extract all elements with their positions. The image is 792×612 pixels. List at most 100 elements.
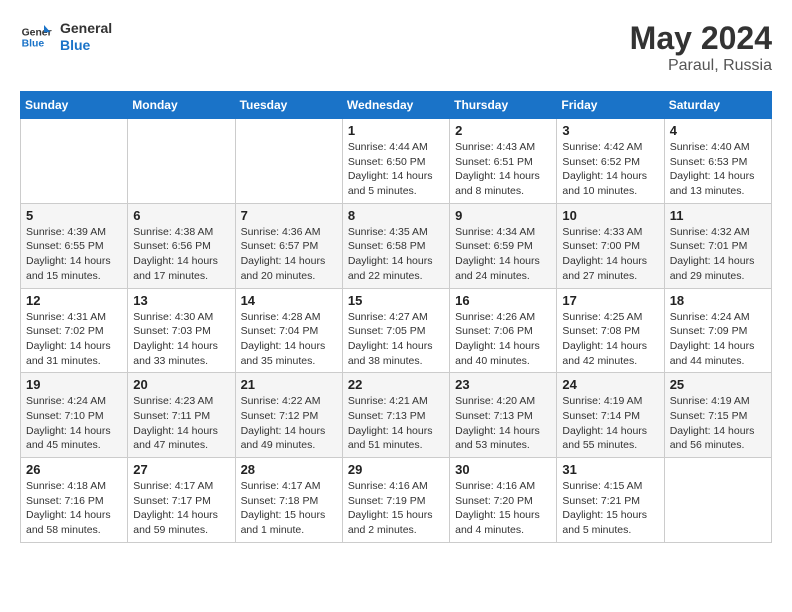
weekday-wednesday: Wednesday bbox=[342, 92, 449, 119]
weekday-sunday: Sunday bbox=[21, 92, 128, 119]
day-info: Sunrise: 4:27 AM Sunset: 7:05 PM Dayligh… bbox=[348, 310, 444, 369]
calendar-cell: 9 Sunrise: 4:34 AM Sunset: 6:59 PM Daylig… bbox=[450, 203, 557, 288]
day-number: 22 bbox=[348, 377, 444, 392]
day-info: Sunrise: 4:28 AM Sunset: 7:04 PM Dayligh… bbox=[241, 310, 337, 369]
day-number: 13 bbox=[133, 293, 229, 308]
day-info: Sunrise: 4:25 AM Sunset: 7:08 PM Dayligh… bbox=[562, 310, 658, 369]
calendar-cell bbox=[128, 119, 235, 204]
day-info: Sunrise: 4:17 AM Sunset: 7:17 PM Dayligh… bbox=[133, 479, 229, 538]
calendar-header: SundayMondayTuesdayWednesdayThursdayFrid… bbox=[21, 92, 772, 119]
logo-general: General bbox=[60, 20, 112, 37]
day-info: Sunrise: 4:34 AM Sunset: 6:59 PM Dayligh… bbox=[455, 225, 551, 284]
day-number: 10 bbox=[562, 208, 658, 223]
calendar-cell: 21Sunrise: 4:22 AM Sunset: 7:12 PM Dayli… bbox=[235, 373, 342, 458]
location-subtitle: Paraul, Russia bbox=[630, 57, 772, 75]
day-info: Sunrise: 4:19 AM Sunset: 7:15 PM Dayligh… bbox=[670, 394, 766, 453]
day-number: 1 bbox=[348, 123, 444, 138]
day-info: Sunrise: 4:38 AM Sunset: 6:56 PM Dayligh… bbox=[133, 225, 229, 284]
calendar-cell: 17 Sunrise: 4:25 AM Sunset: 7:08 PM Dayli… bbox=[557, 288, 664, 373]
calendar-cell: 15 Sunrise: 4:27 AM Sunset: 7:05 PM Dayli… bbox=[342, 288, 449, 373]
calendar-cell: 23 Sunrise: 4:20 AM Sunset: 7:13 PM Dayli… bbox=[450, 373, 557, 458]
day-info: Sunrise: 4:24 AM Sunset: 7:10 PM Dayligh… bbox=[26, 394, 122, 453]
calendar-week-4: 19 Sunrise: 4:24 AM Sunset: 7:10 PM Dayli… bbox=[21, 373, 772, 458]
day-number: 23 bbox=[455, 377, 551, 392]
weekday-thursday: Thursday bbox=[450, 92, 557, 119]
day-number: 26 bbox=[26, 462, 122, 477]
day-info: Sunrise: 4:24 AM Sunset: 7:09 PM Dayligh… bbox=[670, 310, 766, 369]
day-info: Sunrise: 4:26 AM Sunset: 7:06 PM Dayligh… bbox=[455, 310, 551, 369]
day-info: Sunrise: 4:23 AM Sunset: 7:11 PM Dayligh… bbox=[133, 394, 229, 453]
calendar-cell: 13Sunrise: 4:30 AM Sunset: 7:03 PM Dayli… bbox=[128, 288, 235, 373]
day-info: Sunrise: 4:17 AM Sunset: 7:18 PM Dayligh… bbox=[241, 479, 337, 538]
calendar-cell: 12 Sunrise: 4:31 AM Sunset: 7:02 PM Dayli… bbox=[21, 288, 128, 373]
day-number: 9 bbox=[455, 208, 551, 223]
day-info: Sunrise: 4:32 AM Sunset: 7:01 PM Dayligh… bbox=[670, 225, 766, 284]
day-number: 18 bbox=[670, 293, 766, 308]
day-number: 28 bbox=[241, 462, 337, 477]
day-number: 12 bbox=[26, 293, 122, 308]
calendar-week-3: 12 Sunrise: 4:31 AM Sunset: 7:02 PM Dayli… bbox=[21, 288, 772, 373]
day-number: 25 bbox=[670, 377, 766, 392]
calendar-cell: 22 Sunrise: 4:21 AM Sunset: 7:13 PM Dayli… bbox=[342, 373, 449, 458]
calendar-cell: 20Sunrise: 4:23 AM Sunset: 7:11 PM Dayli… bbox=[128, 373, 235, 458]
weekday-tuesday: Tuesday bbox=[235, 92, 342, 119]
logo: General Blue General Blue bbox=[20, 20, 112, 54]
calendar-cell: 28 Sunrise: 4:17 AM Sunset: 7:18 PM Dayli… bbox=[235, 458, 342, 543]
svg-text:Blue: Blue bbox=[22, 38, 45, 49]
calendar-cell: 25 Sunrise: 4:19 AM Sunset: 7:15 PM Dayli… bbox=[664, 373, 771, 458]
calendar-cell: 18 Sunrise: 4:24 AM Sunset: 7:09 PM Dayli… bbox=[664, 288, 771, 373]
day-number: 3 bbox=[562, 123, 658, 138]
calendar-body: 1 Sunrise: 4:44 AM Sunset: 6:50 PM Daylig… bbox=[21, 119, 772, 543]
calendar-cell: 31Sunrise: 4:15 AM Sunset: 7:21 PM Dayli… bbox=[557, 458, 664, 543]
calendar-cell: 11 Sunrise: 4:32 AM Sunset: 7:01 PM Dayli… bbox=[664, 203, 771, 288]
title-block: May 2024 Paraul, Russia bbox=[630, 20, 772, 75]
weekday-friday: Friday bbox=[557, 92, 664, 119]
month-year-title: May 2024 bbox=[630, 20, 772, 57]
day-number: 14 bbox=[241, 293, 337, 308]
day-info: Sunrise: 4:16 AM Sunset: 7:20 PM Dayligh… bbox=[455, 479, 551, 538]
day-number: 19 bbox=[26, 377, 122, 392]
day-number: 11 bbox=[670, 208, 766, 223]
day-info: Sunrise: 4:43 AM Sunset: 6:51 PM Dayligh… bbox=[455, 140, 551, 199]
calendar-cell: 8Sunrise: 4:35 AM Sunset: 6:58 PM Daylig… bbox=[342, 203, 449, 288]
day-number: 8 bbox=[348, 208, 444, 223]
day-info: Sunrise: 4:40 AM Sunset: 6:53 PM Dayligh… bbox=[670, 140, 766, 199]
calendar-cell: 3Sunrise: 4:42 AM Sunset: 6:52 PM Daylig… bbox=[557, 119, 664, 204]
day-number: 17 bbox=[562, 293, 658, 308]
calendar-cell: 2Sunrise: 4:43 AM Sunset: 6:51 PM Daylig… bbox=[450, 119, 557, 204]
calendar-week-2: 5Sunrise: 4:39 AM Sunset: 6:55 PM Daylig… bbox=[21, 203, 772, 288]
calendar-cell: 5Sunrise: 4:39 AM Sunset: 6:55 PM Daylig… bbox=[21, 203, 128, 288]
day-info: Sunrise: 4:36 AM Sunset: 6:57 PM Dayligh… bbox=[241, 225, 337, 284]
day-number: 16 bbox=[455, 293, 551, 308]
page-header: General Blue General Blue May 2024 Parau… bbox=[20, 20, 772, 75]
calendar-cell: 29 Sunrise: 4:16 AM Sunset: 7:19 PM Dayli… bbox=[342, 458, 449, 543]
calendar-week-5: 26 Sunrise: 4:18 AM Sunset: 7:16 PM Dayli… bbox=[21, 458, 772, 543]
day-info: Sunrise: 4:21 AM Sunset: 7:13 PM Dayligh… bbox=[348, 394, 444, 453]
calendar-cell: 7 Sunrise: 4:36 AM Sunset: 6:57 PM Daylig… bbox=[235, 203, 342, 288]
calendar-cell: 24 Sunrise: 4:19 AM Sunset: 7:14 PM Dayli… bbox=[557, 373, 664, 458]
weekday-saturday: Saturday bbox=[664, 92, 771, 119]
day-number: 27 bbox=[133, 462, 229, 477]
calendar-cell: 1 Sunrise: 4:44 AM Sunset: 6:50 PM Daylig… bbox=[342, 119, 449, 204]
calendar-cell bbox=[664, 458, 771, 543]
day-info: Sunrise: 4:16 AM Sunset: 7:19 PM Dayligh… bbox=[348, 479, 444, 538]
calendar-cell: 30 Sunrise: 4:16 AM Sunset: 7:20 PM Dayli… bbox=[450, 458, 557, 543]
day-number: 30 bbox=[455, 462, 551, 477]
calendar-cell: 27 Sunrise: 4:17 AM Sunset: 7:17 PM Dayli… bbox=[128, 458, 235, 543]
calendar-cell: 16 Sunrise: 4:26 AM Sunset: 7:06 PM Dayli… bbox=[450, 288, 557, 373]
day-info: Sunrise: 4:20 AM Sunset: 7:13 PM Dayligh… bbox=[455, 394, 551, 453]
day-info: Sunrise: 4:44 AM Sunset: 6:50 PM Dayligh… bbox=[348, 140, 444, 199]
day-number: 29 bbox=[348, 462, 444, 477]
day-info: Sunrise: 4:15 AM Sunset: 7:21 PM Dayligh… bbox=[562, 479, 658, 538]
day-number: 15 bbox=[348, 293, 444, 308]
day-info: Sunrise: 4:31 AM Sunset: 7:02 PM Dayligh… bbox=[26, 310, 122, 369]
calendar-cell: 26 Sunrise: 4:18 AM Sunset: 7:16 PM Dayli… bbox=[21, 458, 128, 543]
day-info: Sunrise: 4:18 AM Sunset: 7:16 PM Dayligh… bbox=[26, 479, 122, 538]
day-number: 24 bbox=[562, 377, 658, 392]
calendar-table: SundayMondayTuesdayWednesdayThursdayFrid… bbox=[20, 91, 772, 543]
day-number: 7 bbox=[241, 208, 337, 223]
calendar-cell: 19 Sunrise: 4:24 AM Sunset: 7:10 PM Dayli… bbox=[21, 373, 128, 458]
day-info: Sunrise: 4:19 AM Sunset: 7:14 PM Dayligh… bbox=[562, 394, 658, 453]
calendar-cell: 14 Sunrise: 4:28 AM Sunset: 7:04 PM Dayli… bbox=[235, 288, 342, 373]
calendar-week-1: 1 Sunrise: 4:44 AM Sunset: 6:50 PM Daylig… bbox=[21, 119, 772, 204]
